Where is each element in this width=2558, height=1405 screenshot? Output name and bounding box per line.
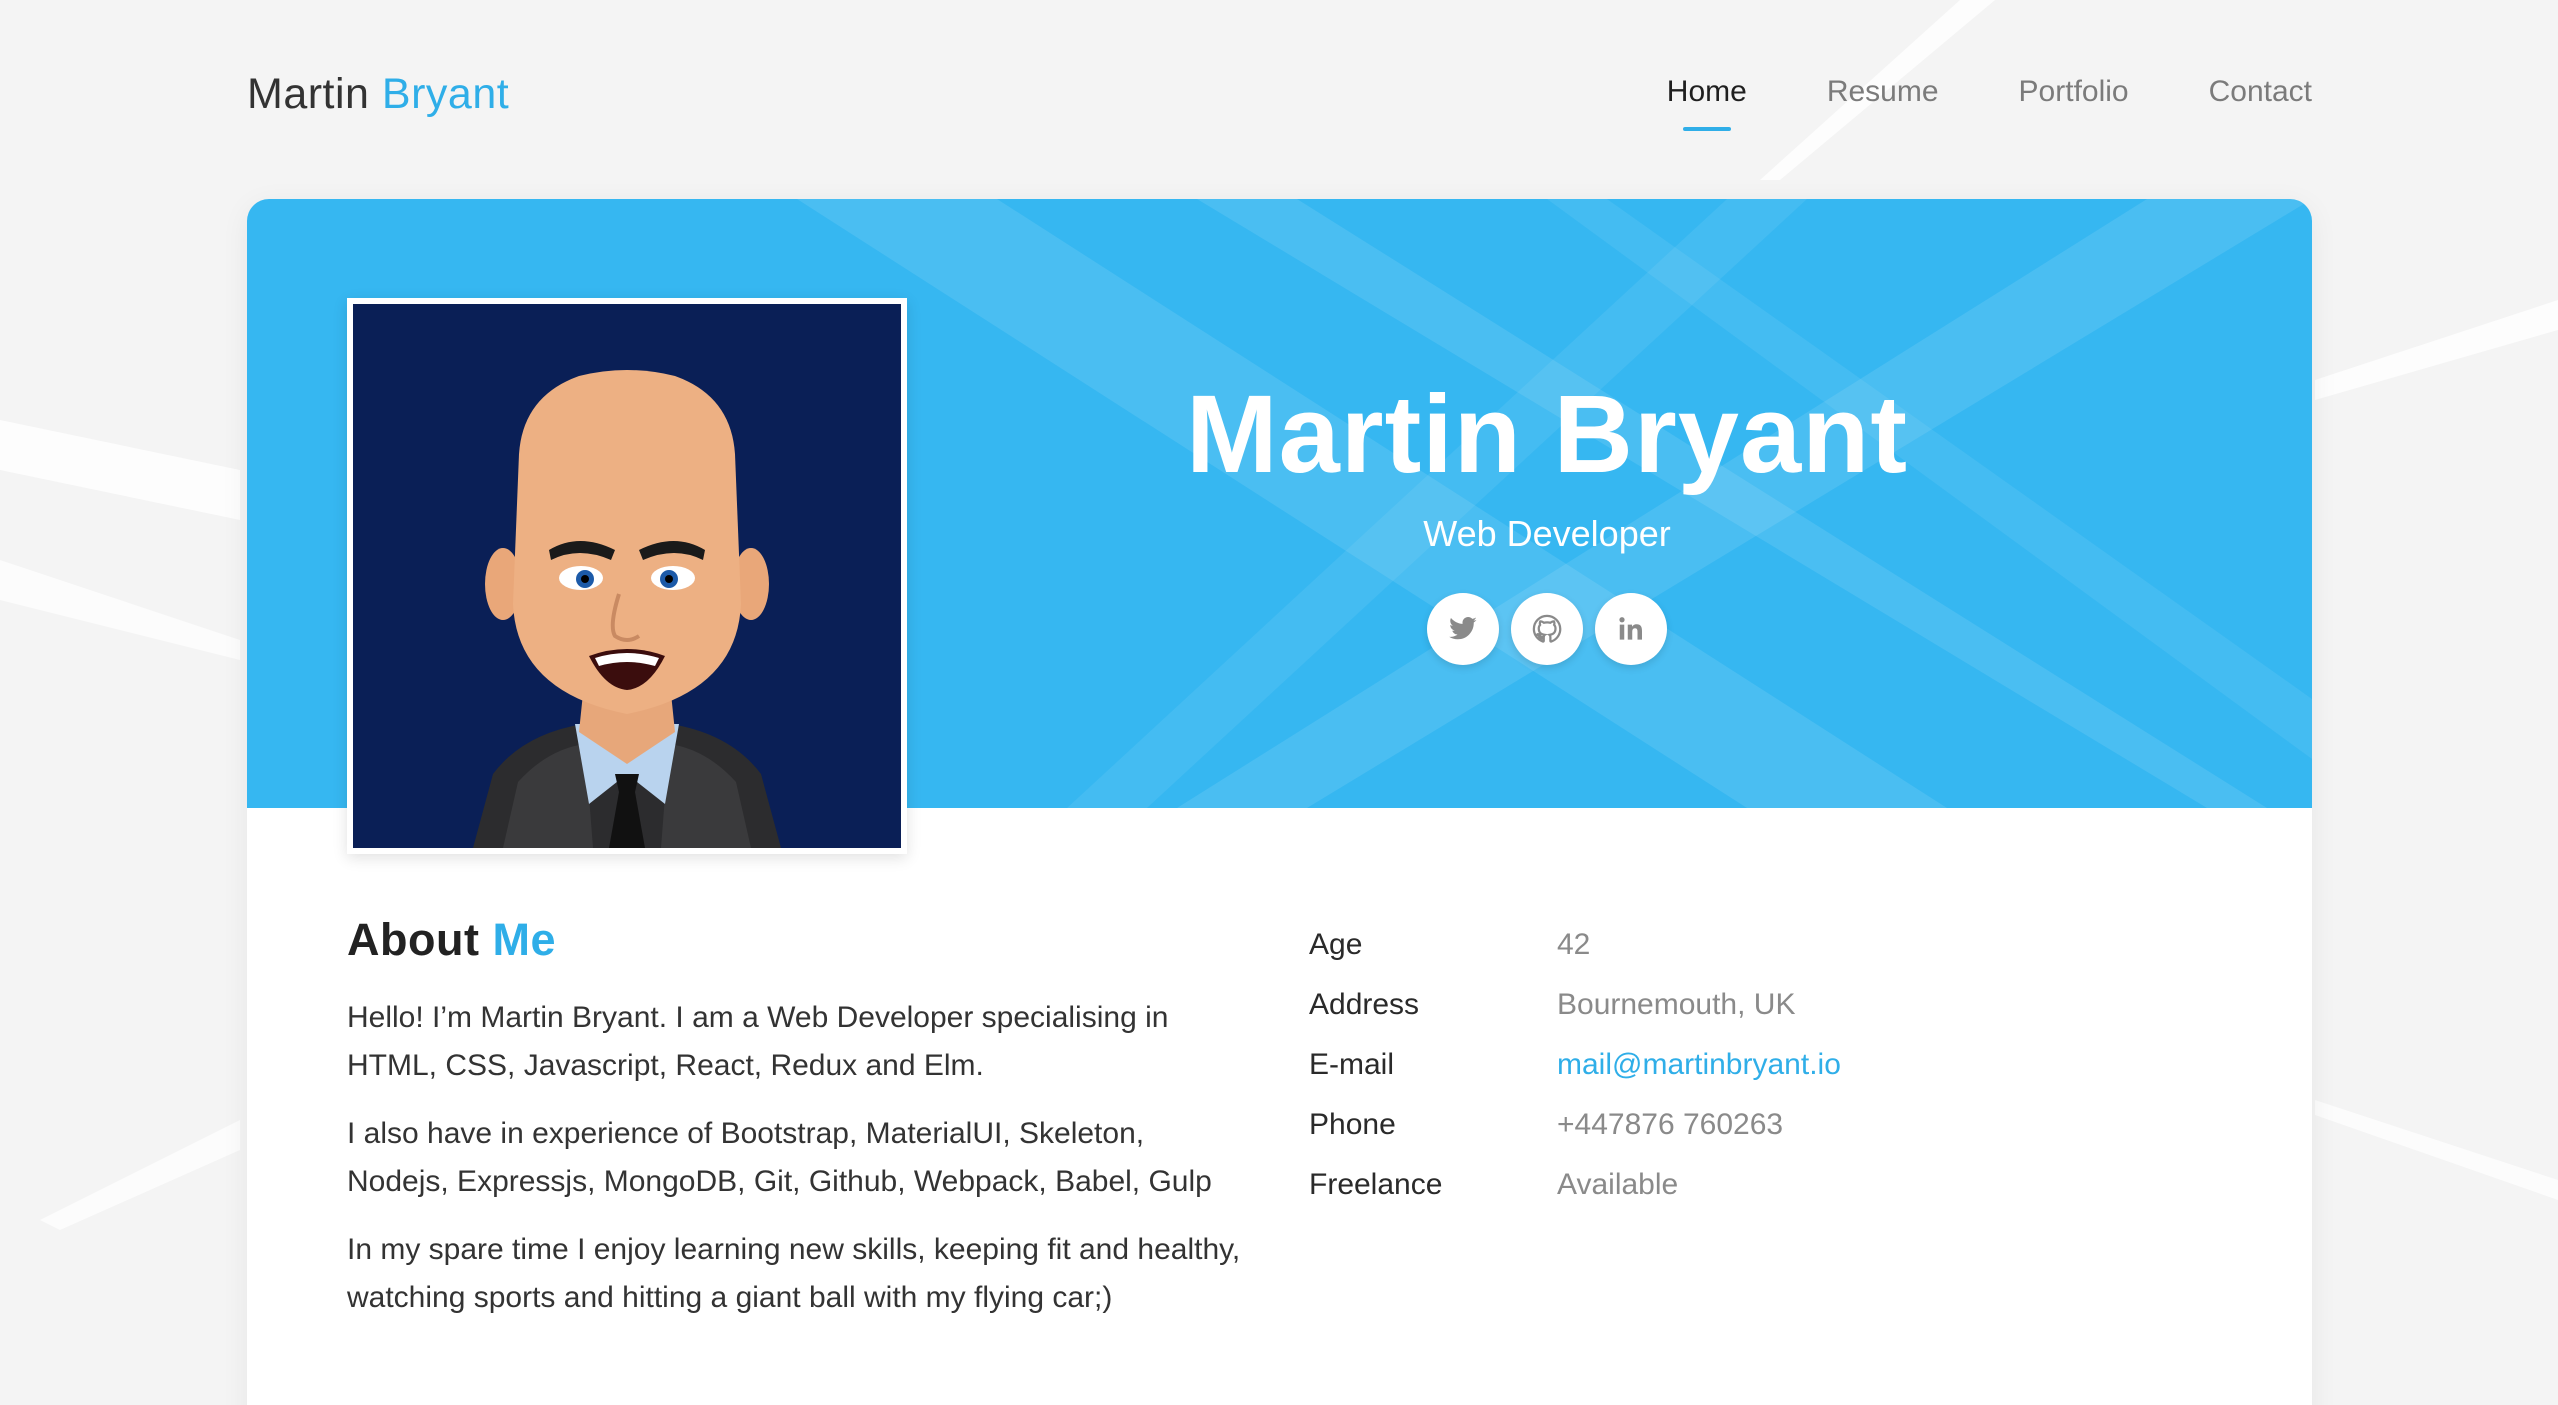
info-row-email: E-mail mail@martinbryant.io [1309,1035,1841,1095]
info-label: E-mail [1309,1048,1395,1081]
nav-portfolio-label: Portfolio [2018,75,2129,108]
hero-role: Web Developer [1423,513,1671,554]
github-link[interactable] [1511,593,1583,665]
brand-logo[interactable]: Martin Bryant [247,70,509,119]
active-nav-indicator [1682,127,1731,131]
nav-home-label: Home [1666,75,1747,108]
social-links [947,593,2147,665]
info-row-age: Age 42 [1309,915,1841,975]
info-label: Address [1309,988,1420,1021]
about-paragraph: Hello! I’m Martin Bryant. I am a Web Dev… [347,1001,1169,1082]
linkedin-icon [1619,617,1642,640]
info-value-phone: +447876 760263 [1557,1108,1784,1141]
info-label: Age [1309,928,1363,961]
info-label: Phone [1309,1108,1396,1141]
avatar-image [353,304,901,848]
info-row-address: Address Bournemouth, UK [1309,975,1841,1035]
nav-resume-label: Resume [1826,75,1939,108]
info-row-phone: Phone +447876 760263 [1309,1095,1841,1155]
info-value-freelance: Available [1557,1168,1679,1201]
main-nav: Home Resume Portfolio Contact [1587,75,2312,131]
profile-card: Martin Bryant Web Developer About Me Hel… [247,199,2312,1405]
nav-portfolio[interactable]: Portfolio [2019,75,2129,109]
twitter-link[interactable] [1427,593,1499,665]
about-paragraph: I also have in experience of Bootstrap, … [347,1117,1212,1198]
personal-info: Age 42 Address Bournemouth, UK E-mail ma… [1309,915,1841,1215]
nav-resume[interactable]: Resume [1827,75,1939,109]
info-label: Freelance [1309,1168,1443,1201]
about-title: About Me [347,914,1247,966]
profile-avatar [347,298,907,854]
nav-home[interactable]: Home [1666,75,1747,131]
nav-contact[interactable]: Contact [2209,75,2312,109]
twitter-icon [1449,617,1477,640]
about-section: About Me Hello! I’m Martin Bryant. I am … [347,914,1247,1322]
hero-name: Martin Bryant [1186,373,1908,496]
brand-last-name: Bryant [381,70,510,118]
linkedin-link[interactable] [1595,593,1667,665]
nav-contact-label: Contact [2208,75,2312,108]
about-title-second: Me [492,914,556,965]
email-link[interactable]: mail@martinbryant.io [1557,1048,1841,1082]
hero-section: Martin Bryant Web Developer [947,374,2147,665]
site-header: Martin Bryant Home Resume Portfolio Cont… [247,60,2312,140]
page: Martin Bryant Home Resume Portfolio Cont… [0,0,2558,1405]
about-paragraph: In my spare time I enjoy learning new sk… [347,1233,1241,1314]
about-title-first: About [347,914,480,965]
info-row-freelance: Freelance Available [1309,1155,1841,1215]
info-value-age: 42 [1557,928,1591,961]
github-icon [1532,614,1562,643]
info-value-address: Bournemouth, UK [1557,988,1796,1021]
brand-first-name: Martin [247,70,370,118]
